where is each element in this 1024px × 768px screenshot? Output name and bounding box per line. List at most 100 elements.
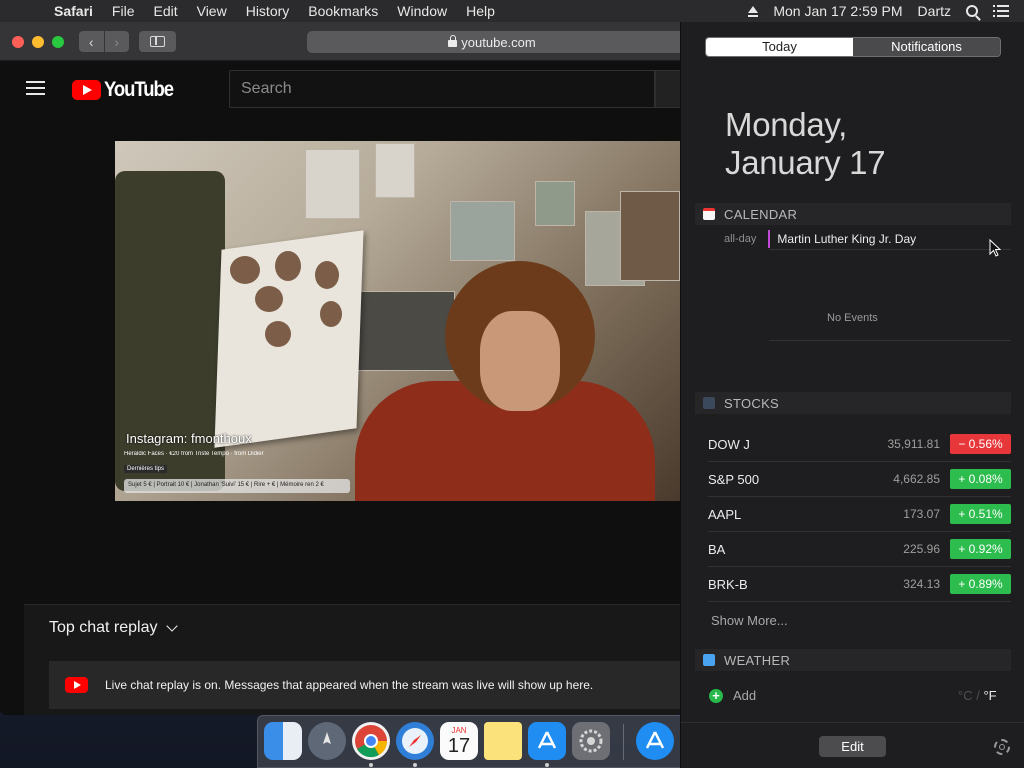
stock-row-ba[interactable]: BA 225.96 + 0.92% (708, 532, 1011, 567)
eject-icon[interactable] (748, 5, 759, 17)
unit-celsius[interactable]: °C (958, 688, 973, 703)
safari-window: ‹ › youtube.com YouTube Search Instagram… (0, 22, 680, 715)
running-indicator (369, 763, 373, 767)
calendar-color-bar (768, 230, 771, 248)
add-icon: + (709, 688, 723, 703)
finder-icon[interactable] (264, 722, 302, 760)
youtube-logo[interactable]: YouTube (72, 78, 182, 102)
gear-icon[interactable] (994, 739, 1010, 755)
chrome-icon[interactable] (352, 722, 390, 760)
app-store-icon[interactable] (528, 722, 566, 760)
stock-change-badge[interactable]: + 0.08% (950, 469, 1011, 489)
address-bar[interactable]: youtube.com (307, 31, 680, 53)
video-poster (375, 143, 415, 198)
weather-add-location[interactable]: + Add (709, 688, 756, 703)
stock-row-dowj[interactable]: DOW J 35,911.81 − 0.56% (708, 427, 1011, 462)
weather-icon (703, 654, 715, 666)
menu-window[interactable]: Window (397, 3, 447, 19)
unit-fahrenheit[interactable]: °F (983, 688, 996, 703)
youtube-logo-text: YouTube (104, 78, 174, 101)
calendar-widget-title: CALENDAR (724, 206, 798, 222)
weather-add-label: Add (733, 688, 757, 703)
video-blob (320, 301, 342, 327)
stock-price: 324.13 (903, 577, 940, 591)
stock-change-badge[interactable]: + 0.89% (950, 574, 1011, 594)
chat-replay-notice: Live chat replay is on. Messages that ap… (49, 661, 680, 709)
stock-change-badge[interactable]: − 0.56% (950, 434, 1011, 454)
tab-today[interactable]: Today (706, 38, 853, 56)
video-overlay-text: Instagram: fmonthoux (126, 431, 252, 446)
weather-widget-header: WEATHER (695, 649, 1011, 671)
stocks-show-more-link[interactable]: Show More... (711, 613, 788, 628)
menu-help[interactable]: Help (466, 3, 495, 19)
tab-notifications[interactable]: Notifications (853, 38, 1000, 56)
youtube-play-icon (72, 80, 101, 100)
guide-menu-icon[interactable] (26, 81, 45, 95)
notification-center-icon[interactable] (993, 5, 1009, 17)
stock-price: 225.96 (903, 542, 940, 556)
system-preferences-icon[interactable] (572, 722, 610, 760)
video-poster (450, 201, 515, 261)
calendar-event-title: Martin Luther King Jr. Day (777, 232, 917, 246)
stock-change-badge[interactable]: + 0.51% (950, 504, 1011, 524)
window-minimize-button[interactable] (32, 36, 44, 48)
dock: JAN 17 (257, 715, 687, 768)
menu-bookmarks[interactable]: Bookmarks (308, 3, 378, 19)
calendar-allday-label: all-day (724, 233, 757, 245)
stocks-icon (703, 397, 715, 409)
sidebar-toggle-button[interactable] (139, 31, 176, 52)
lock-icon (448, 34, 458, 47)
video-poster (620, 191, 680, 281)
window-close-button[interactable] (12, 36, 24, 48)
menubar-datetime[interactable]: Mon Jan 17 2:59 PM (773, 3, 902, 19)
unit-separator: / (972, 688, 984, 703)
video-blob (315, 261, 339, 289)
menu-view[interactable]: View (197, 3, 227, 19)
spotlight-search-icon[interactable] (966, 5, 978, 17)
launchpad-icon[interactable] (308, 722, 346, 760)
video-ticker: Sujet 5 € | Portrait 10 € | Jonathan 'Su… (124, 479, 350, 493)
app-store-downloads-icon[interactable] (636, 722, 674, 760)
safari-icon[interactable] (396, 722, 434, 760)
chat-mode-dropdown[interactable]: Top chat replay (49, 619, 178, 637)
menu-app-name[interactable]: Safari (54, 3, 93, 19)
sidebar-icon (150, 36, 165, 47)
search-button[interactable] (655, 70, 680, 108)
weather-widget-title: WEATHER (724, 652, 791, 668)
stock-row-aapl[interactable]: AAPL 173.07 + 0.51% (708, 497, 1011, 532)
running-indicator (545, 763, 549, 767)
menubar-user[interactable]: Dartz (918, 3, 951, 19)
menu-edit[interactable]: Edit (153, 3, 177, 19)
today-weekday: Monday, (725, 106, 848, 143)
weather-unit-toggle[interactable]: °C / °F (958, 688, 997, 703)
calendar-event[interactable]: all-day Martin Luther King Jr. Day (724, 230, 916, 248)
live-chat-panel: Top chat replay Live chat replay is on. … (24, 604, 680, 715)
video-blob (255, 286, 283, 312)
stock-price: 173.07 (903, 507, 940, 521)
stock-symbol: BRK-B (708, 576, 748, 592)
video-ticker: Heraldic Faces · €20 from Triste Tempo ·… (124, 451, 264, 457)
window-zoom-button[interactable] (52, 36, 64, 48)
stock-change-badge[interactable]: + 0.92% (950, 539, 1011, 559)
video-ticker: Dernières tips (124, 465, 168, 473)
video-blob (275, 251, 301, 281)
stock-row-brkb[interactable]: BRK-B 324.13 + 0.89% (708, 567, 1011, 602)
forward-button[interactable]: › (103, 31, 130, 52)
search-input[interactable]: Search (229, 70, 655, 108)
dock-separator (623, 724, 624, 760)
stocks-widget-header: STOCKS (695, 392, 1011, 414)
notification-center: Today Notifications Monday, January 17 C… (680, 22, 1024, 768)
menu-file[interactable]: File (112, 3, 135, 19)
stock-symbol: AAPL (708, 506, 742, 522)
video-poster (305, 149, 360, 219)
back-button[interactable]: ‹ (79, 31, 104, 52)
menu-history[interactable]: History (246, 3, 290, 19)
notes-icon[interactable] (484, 722, 522, 760)
calendar-app-icon[interactable]: JAN 17 (440, 722, 478, 760)
stock-row-sp500[interactable]: S&P 500 4,662.85 + 0.08% (708, 462, 1011, 497)
chat-replay-text: Live chat replay is on. Messages that ap… (105, 678, 594, 692)
video-poster (535, 181, 575, 226)
menubar: Safari File Edit View History Bookmarks … (0, 0, 1024, 22)
edit-widgets-button[interactable]: Edit (819, 736, 886, 757)
video-player[interactable]: Instagram: fmonthoux Heraldic Faces · €2… (115, 141, 680, 501)
